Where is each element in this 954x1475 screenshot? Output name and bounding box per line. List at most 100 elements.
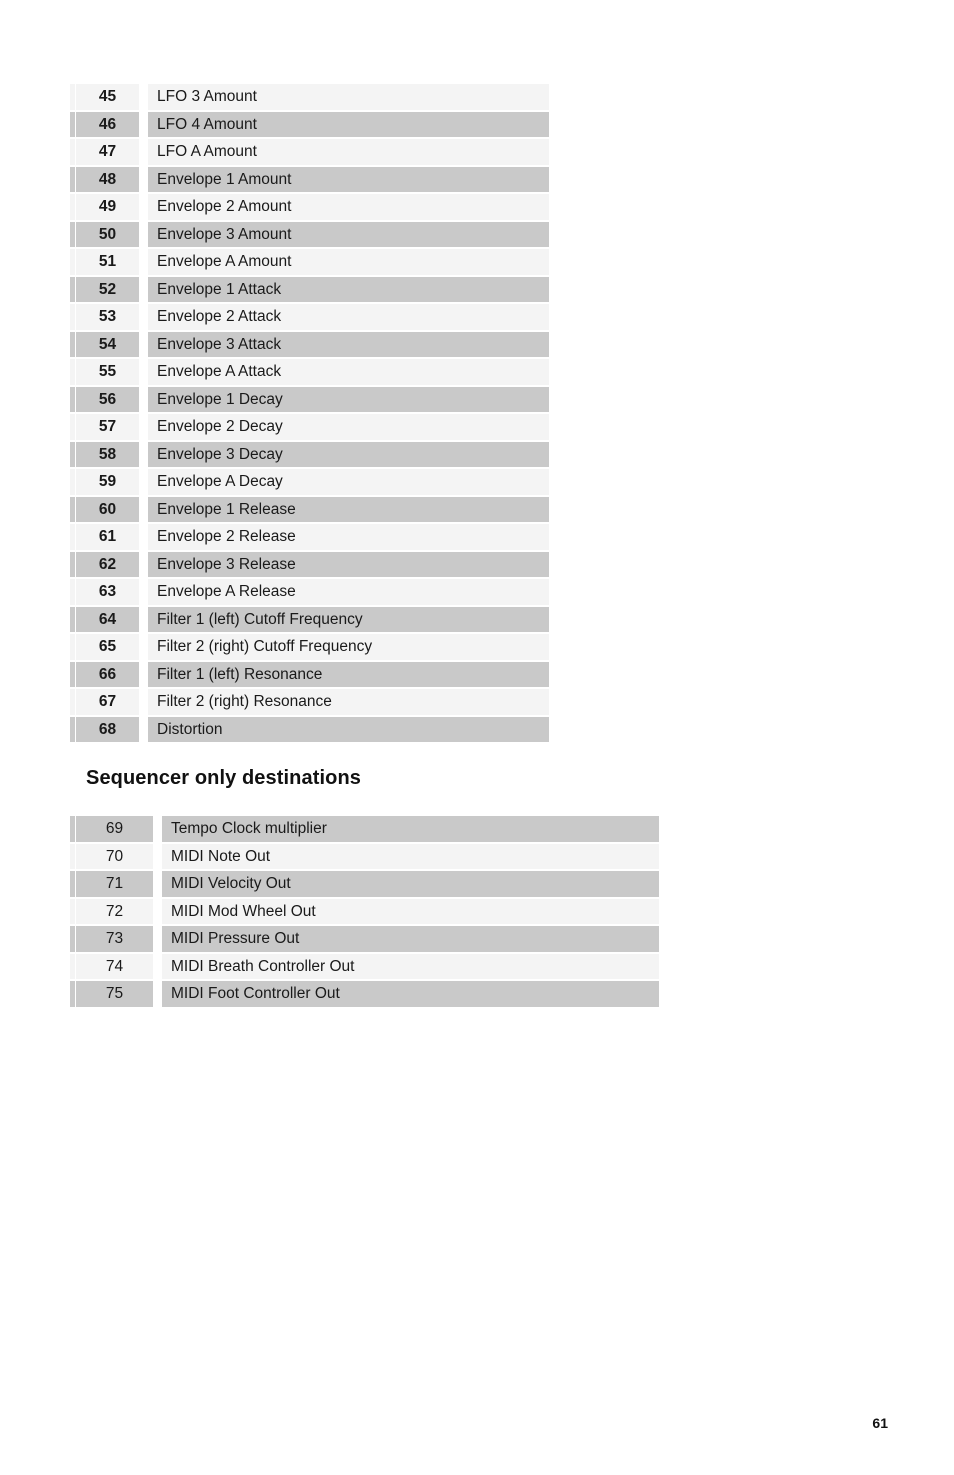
destination-label: Filter 2 (right) Resonance [147,689,549,717]
table-row: 59 Envelope A Decay [70,469,549,497]
destination-number: 73 [75,926,153,954]
table-row: 49 Envelope 2 Amount [70,194,549,222]
destination-number: 54 [75,331,139,359]
column-gap [139,414,147,442]
column-gap [139,579,147,607]
destination-number: 71 [75,871,153,899]
table-row: 48 Envelope 1 Amount [70,166,549,194]
destination-number: 59 [75,469,139,497]
destination-label: Envelope A Amount [147,249,549,277]
destination-label: Envelope A Attack [147,359,549,387]
destination-number: 51 [75,249,139,277]
column-gap [153,898,161,926]
page-number: 61 [872,1415,888,1431]
destination-label: Envelope 3 Decay [147,441,549,469]
section-heading-sequencer-only-destinations: Sequencer only destinations [86,767,361,789]
table-row: 58 Envelope 3 Decay [70,441,549,469]
destination-number: 69 [75,816,153,844]
table-row: 64 Filter 1 (left) Cutoff Frequency [70,606,549,634]
table-row: 46 LFO 4 Amount [70,111,549,139]
destination-label: Tempo Clock multiplier [161,816,659,844]
table-row: 63 Envelope A Release [70,579,549,607]
destination-label: Envelope 2 Release [147,524,549,552]
destination-label: Envelope A Decay [147,469,549,497]
column-gap [139,469,147,497]
destination-label: Filter 1 (left) Resonance [147,661,549,689]
column-gap [139,716,147,744]
table-row: 75 MIDI Foot Controller Out [70,981,659,1009]
destination-label: Envelope 3 Attack [147,331,549,359]
column-gap [139,84,147,112]
table-row: 54 Envelope 3 Attack [70,331,549,359]
table-row: 69 Tempo Clock multiplier [70,816,659,844]
destination-label: MIDI Pressure Out [161,926,659,954]
destination-label: Distortion [147,716,549,744]
table-row: 71 MIDI Velocity Out [70,871,659,899]
destination-label: Envelope 2 Amount [147,194,549,222]
table-row: 50 Envelope 3 Amount [70,221,549,249]
destination-number: 63 [75,579,139,607]
column-gap [153,981,161,1009]
column-gap [139,386,147,414]
column-gap [139,551,147,579]
destination-number: 72 [75,898,153,926]
table-row: 74 MIDI Breath Controller Out [70,953,659,981]
destination-label: MIDI Mod Wheel Out [161,898,659,926]
document-page: 45 LFO 3 Amount 46 LFO 4 Amount 47 LFO A Amou… [0,0,954,1475]
destination-number: 60 [75,496,139,524]
destination-label: Envelope 3 Amount [147,221,549,249]
destination-number: 75 [75,981,153,1009]
destination-number: 74 [75,953,153,981]
destination-label: Filter 1 (left) Cutoff Frequency [147,606,549,634]
destination-number: 45 [75,84,139,112]
table-row: 62 Envelope 3 Release [70,551,549,579]
destination-label: Envelope 1 Attack [147,276,549,304]
table-row: 47 LFO A Amount [70,139,549,167]
destination-number: 49 [75,194,139,222]
table-row: 67 Filter 2 (right) Resonance [70,689,549,717]
column-gap [139,194,147,222]
column-gap [153,871,161,899]
table-row: 68 Distortion [70,716,549,744]
destination-number: 46 [75,111,139,139]
destination-label: MIDI Note Out [161,843,659,871]
column-gap [139,166,147,194]
destination-number: 65 [75,634,139,662]
destination-number: 62 [75,551,139,579]
destination-number: 67 [75,689,139,717]
table-row: 53 Envelope 2 Attack [70,304,549,332]
modulation-destinations-table: 45 LFO 3 Amount 46 LFO 4 Amount 47 LFO A Amou… [70,84,549,744]
column-gap [153,953,161,981]
destination-number: 47 [75,139,139,167]
column-gap [139,524,147,552]
table-row: 73 MIDI Pressure Out [70,926,659,954]
destination-number: 57 [75,414,139,442]
table-row: 45 LFO 3 Amount [70,84,549,112]
destination-label: Envelope A Release [147,579,549,607]
column-gap [139,221,147,249]
destination-number: 52 [75,276,139,304]
table-row: 61 Envelope 2 Release [70,524,549,552]
destination-number: 70 [75,843,153,871]
table-row: 57 Envelope 2 Decay [70,414,549,442]
column-gap [153,816,161,844]
destination-number: 64 [75,606,139,634]
destination-label: Envelope 2 Decay [147,414,549,442]
sequencer-only-destinations-table: 69 Tempo Clock multiplier 70 MIDI Note Out 7… [70,816,659,1009]
sequencer-table-body: 69 Tempo Clock multiplier 70 MIDI Note Out 7… [70,816,659,1009]
column-gap [139,331,147,359]
destination-label: Envelope 3 Release [147,551,549,579]
column-gap [139,634,147,662]
destination-label: MIDI Breath Controller Out [161,953,659,981]
destination-number: 56 [75,386,139,414]
table-row: 66 Filter 1 (left) Resonance [70,661,549,689]
table-row: 51 Envelope A Amount [70,249,549,277]
column-gap [139,689,147,717]
destination-number: 66 [75,661,139,689]
column-gap [139,276,147,304]
column-gap [139,304,147,332]
column-gap [139,139,147,167]
destination-label: LFO A Amount [147,139,549,167]
destination-number: 53 [75,304,139,332]
destination-label: Filter 2 (right) Cutoff Frequency [147,634,549,662]
